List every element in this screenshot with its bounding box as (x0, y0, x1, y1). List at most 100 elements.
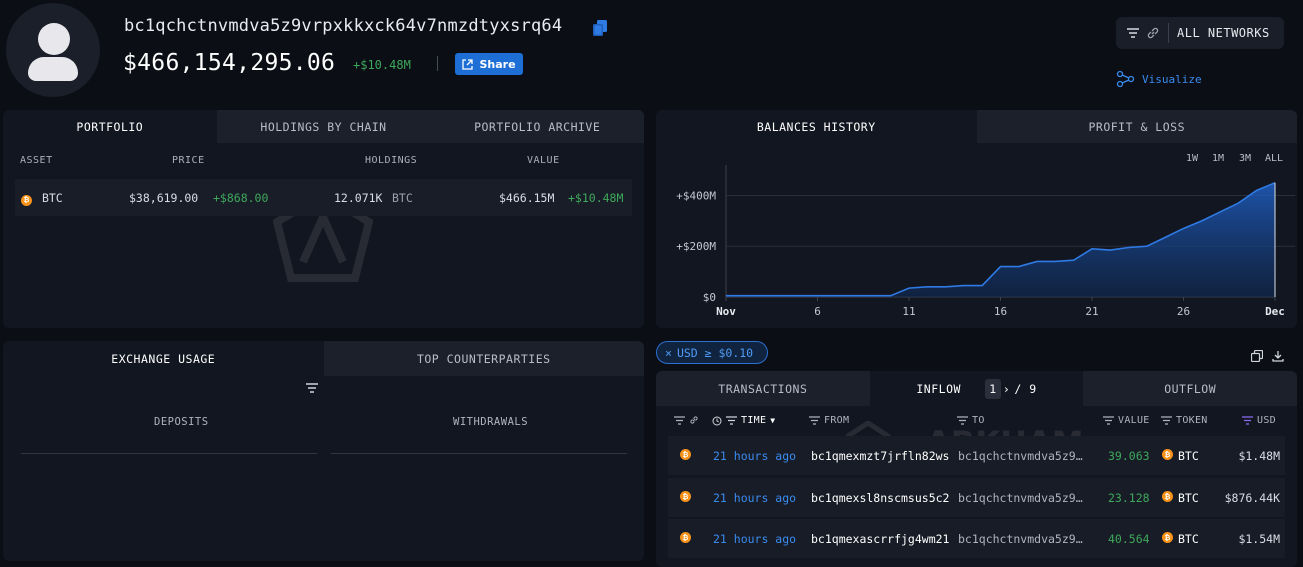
column-time[interactable]: TIME ▼ (712, 415, 775, 426)
download-icon[interactable] (1272, 350, 1284, 362)
column-to-label: TO (972, 415, 985, 426)
table-row[interactable]: ₿ 21 hours ago bc1qmexmzt7jrfln82ws bc1q… (668, 436, 1285, 475)
table-row[interactable]: ₿ BTC $38,619.00 +$868.00 12.071K BTC $4… (15, 179, 632, 216)
total-balance: $466,154,295.06 (123, 50, 336, 76)
deposits-divider (21, 453, 317, 454)
networks-label: ALL NETWORKS (1177, 26, 1270, 40)
tab-portfolio[interactable]: PORTFOLIO (3, 110, 217, 143)
header-divider (437, 56, 438, 71)
column-value[interactable]: VALUE (527, 155, 560, 166)
tx-usd: $876.44K (1224, 491, 1280, 505)
tx-time[interactable]: 21 hours ago (713, 491, 796, 505)
filter-icon[interactable] (1242, 416, 1253, 425)
filter-icon[interactable] (1103, 416, 1114, 425)
tx-time[interactable]: 21 hours ago (713, 449, 796, 463)
transactions-panel: TRANSACTIONS INFLOW 1 › / 9 OUTFLOW ARKH… (656, 371, 1297, 567)
tx-time[interactable]: 21 hours ago (713, 532, 796, 546)
filter-icon[interactable] (306, 383, 318, 393)
table-row[interactable]: ₿ 21 hours ago bc1qmexascrrfjg4wm21 bc1q… (668, 519, 1285, 558)
y-tick-label: +$400M (676, 189, 716, 202)
transaction-actions (1251, 350, 1284, 362)
column-asset[interactable]: ASSET (20, 155, 53, 166)
bitcoin-icon: ₿ (1162, 491, 1173, 502)
tx-head-icons (674, 415, 699, 425)
tab-inflow[interactable]: INFLOW 1 › / 9 (869, 371, 1084, 406)
asset-cell: ₿ BTC (21, 191, 63, 206)
column-from[interactable]: FROM (809, 415, 849, 426)
tx-value: 39.063 (1108, 449, 1150, 463)
value: $466.15M (499, 191, 555, 205)
price-change: +$868.00 (213, 191, 269, 205)
filter-icon[interactable] (726, 416, 737, 425)
tx-value: 23.128 (1108, 491, 1150, 505)
link-icon[interactable] (1146, 26, 1160, 40)
tx-token[interactable]: BTC (1178, 449, 1199, 463)
balances-chart[interactable]: $0 +$200M +$400M Nov 6 11 16 21 26 Dec (656, 110, 1297, 328)
column-value[interactable]: VALUE (1103, 415, 1150, 426)
balance-change: +$10.48M (353, 58, 411, 72)
tab-outflow[interactable]: OUTFLOW (1083, 371, 1297, 406)
column-usd[interactable]: USD (1242, 415, 1276, 426)
filter-label: USD ≥ $0.10 (676, 345, 754, 360)
holdings: 12.071K (334, 191, 383, 205)
network-selector[interactable]: ALL NETWORKS (1116, 17, 1284, 49)
tab-exchange-usage[interactable]: EXCHANGE USAGE (3, 341, 324, 376)
filter-icon[interactable] (809, 416, 820, 425)
next-page-icon[interactable]: › (1003, 382, 1010, 396)
filter-icon[interactable] (957, 416, 968, 425)
share-label: Share (479, 57, 516, 71)
visualize-link[interactable]: Visualize (1116, 70, 1202, 88)
table-row[interactable]: ₿ 21 hours ago bc1qmexsl8nscmsus5c2 bc1q… (668, 478, 1285, 517)
avatar (6, 3, 100, 97)
tx-value: 40.564 (1108, 532, 1150, 546)
link-icon[interactable] (689, 415, 699, 425)
filter-icon[interactable] (1161, 416, 1172, 425)
bitcoin-icon: ₿ (680, 532, 691, 543)
filter-icon[interactable] (1126, 26, 1140, 40)
withdrawals-header: WITHDRAWALS (453, 416, 529, 428)
tx-token[interactable]: BTC (1178, 491, 1199, 505)
sort-down-icon[interactable]: ▼ (770, 416, 775, 425)
filter-icon[interactable] (674, 415, 685, 425)
column-price[interactable]: PRICE (172, 155, 205, 166)
column-token-label: TOKEN (1176, 415, 1208, 426)
x-tick-label: 6 (814, 305, 821, 318)
column-to[interactable]: TO (957, 415, 985, 426)
tx-from[interactable]: bc1qmexmzt7jrfln82ws (811, 449, 951, 463)
graph-icon (1116, 70, 1135, 88)
tab-holdings-by-chain[interactable]: HOLDINGS BY CHAIN (216, 110, 431, 143)
tx-to[interactable]: bc1qchctnvmdva5z9… (958, 532, 1090, 546)
exchange-tabs: EXCHANGE USAGE TOP COUNTERPARTIES (3, 341, 644, 376)
holdings-unit: BTC (392, 191, 413, 205)
tx-to[interactable]: bc1qchctnvmdva5z9… (958, 491, 1090, 505)
avatar-body (28, 57, 78, 81)
tx-to[interactable]: bc1qchctnvmdva5z9… (958, 449, 1090, 463)
tx-token[interactable]: BTC (1178, 532, 1199, 546)
asset-name: BTC (41, 191, 63, 205)
tx-from[interactable]: bc1qmexascrrfjg4wm21 (811, 532, 951, 546)
share-icon (462, 58, 474, 70)
price: $38,619.00 (129, 191, 199, 205)
page-number[interactable]: 1 (984, 378, 1001, 399)
tab-portfolio-archive[interactable]: PORTFOLIO ARCHIVE (430, 110, 644, 143)
value-change: +$10.48M (568, 191, 624, 205)
share-button[interactable]: Share (455, 53, 523, 75)
tx-usd: $1.54M (1238, 532, 1280, 546)
copy-icon[interactable] (1251, 350, 1263, 362)
y-tick-label: +$200M (676, 240, 716, 253)
tab-transactions[interactable]: TRANSACTIONS (656, 371, 870, 406)
x-tick-label: 21 (1085, 305, 1098, 318)
usd-filter-chip[interactable]: × USD ≥ $0.10 (656, 341, 768, 364)
close-icon[interactable]: × (665, 346, 672, 360)
column-token[interactable]: TOKEN (1161, 415, 1208, 426)
bitcoin-icon: ₿ (1162, 449, 1173, 460)
tab-top-counterparties[interactable]: TOP COUNTERPARTIES (323, 341, 644, 376)
copy-icon[interactable] (593, 20, 607, 36)
tx-from[interactable]: bc1qmexsl8nscmsus5c2 (811, 491, 951, 505)
clock-icon (712, 416, 722, 425)
bitcoin-icon: ₿ (680, 491, 691, 502)
column-holdings[interactable]: HOLDINGS (365, 155, 417, 166)
column-value-label: VALUE (1118, 415, 1150, 426)
tx-usd: $1.48M (1238, 449, 1280, 463)
bitcoin-icon: ₿ (21, 194, 32, 206)
